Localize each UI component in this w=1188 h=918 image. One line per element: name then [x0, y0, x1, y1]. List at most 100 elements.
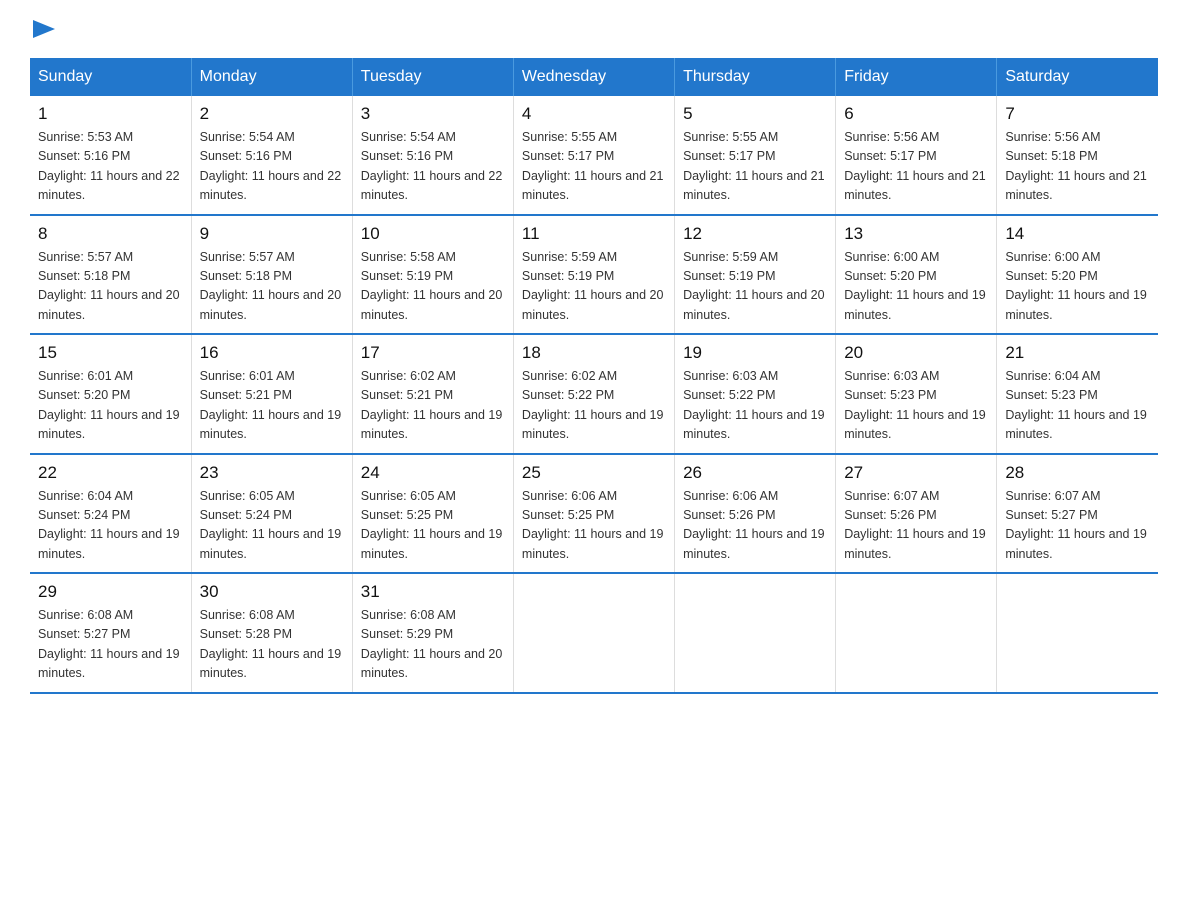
day-cell: 23 Sunrise: 6:05 AM Sunset: 5:24 PM Dayl…: [191, 454, 352, 574]
day-number: 20: [844, 343, 988, 363]
day-number: 31: [361, 582, 505, 602]
day-number: 1: [38, 104, 183, 124]
page-header: [30, 20, 1158, 38]
day-cell: 21 Sunrise: 6:04 AM Sunset: 5:23 PM Dayl…: [997, 334, 1158, 454]
day-info: Sunrise: 6:04 AM Sunset: 5:24 PM Dayligh…: [38, 487, 183, 565]
header-row: SundayMondayTuesdayWednesdayThursdayFrid…: [30, 58, 1158, 96]
day-info: Sunrise: 6:03 AM Sunset: 5:23 PM Dayligh…: [844, 367, 988, 445]
day-number: 7: [1005, 104, 1150, 124]
day-cell: 16 Sunrise: 6:01 AM Sunset: 5:21 PM Dayl…: [191, 334, 352, 454]
day-info: Sunrise: 5:56 AM Sunset: 5:17 PM Dayligh…: [844, 128, 988, 206]
day-info: Sunrise: 5:55 AM Sunset: 5:17 PM Dayligh…: [683, 128, 827, 206]
day-number: 6: [844, 104, 988, 124]
day-number: 17: [361, 343, 505, 363]
day-info: Sunrise: 6:06 AM Sunset: 5:25 PM Dayligh…: [522, 487, 666, 565]
day-number: 2: [200, 104, 344, 124]
day-info: Sunrise: 5:54 AM Sunset: 5:16 PM Dayligh…: [200, 128, 344, 206]
day-cell: 25 Sunrise: 6:06 AM Sunset: 5:25 PM Dayl…: [513, 454, 674, 574]
day-info: Sunrise: 6:01 AM Sunset: 5:20 PM Dayligh…: [38, 367, 183, 445]
day-info: Sunrise: 6:07 AM Sunset: 5:26 PM Dayligh…: [844, 487, 988, 565]
day-info: Sunrise: 6:04 AM Sunset: 5:23 PM Dayligh…: [1005, 367, 1150, 445]
day-info: Sunrise: 6:08 AM Sunset: 5:27 PM Dayligh…: [38, 606, 183, 684]
day-cell: 9 Sunrise: 5:57 AM Sunset: 5:18 PM Dayli…: [191, 215, 352, 335]
day-cell: 26 Sunrise: 6:06 AM Sunset: 5:26 PM Dayl…: [675, 454, 836, 574]
day-number: 9: [200, 224, 344, 244]
day-cell: 18 Sunrise: 6:02 AM Sunset: 5:22 PM Dayl…: [513, 334, 674, 454]
week-row-2: 8 Sunrise: 5:57 AM Sunset: 5:18 PM Dayli…: [30, 215, 1158, 335]
day-info: Sunrise: 6:05 AM Sunset: 5:25 PM Dayligh…: [361, 487, 505, 565]
day-number: 25: [522, 463, 666, 483]
header-cell-monday: Monday: [191, 58, 352, 96]
day-cell: [997, 573, 1158, 693]
day-info: Sunrise: 6:02 AM Sunset: 5:22 PM Dayligh…: [522, 367, 666, 445]
day-cell: [675, 573, 836, 693]
day-info: Sunrise: 6:06 AM Sunset: 5:26 PM Dayligh…: [683, 487, 827, 565]
day-cell: 20 Sunrise: 6:03 AM Sunset: 5:23 PM Dayl…: [836, 334, 997, 454]
day-cell: 2 Sunrise: 5:54 AM Sunset: 5:16 PM Dayli…: [191, 96, 352, 215]
calendar-header: SundayMondayTuesdayWednesdayThursdayFrid…: [30, 58, 1158, 96]
day-cell: 28 Sunrise: 6:07 AM Sunset: 5:27 PM Dayl…: [997, 454, 1158, 574]
day-cell: 31 Sunrise: 6:08 AM Sunset: 5:29 PM Dayl…: [352, 573, 513, 693]
day-info: Sunrise: 6:03 AM Sunset: 5:22 PM Dayligh…: [683, 367, 827, 445]
day-number: 24: [361, 463, 505, 483]
day-cell: [513, 573, 674, 693]
day-number: 5: [683, 104, 827, 124]
day-cell: 12 Sunrise: 5:59 AM Sunset: 5:19 PM Dayl…: [675, 215, 836, 335]
day-number: 16: [200, 343, 344, 363]
week-row-4: 22 Sunrise: 6:04 AM Sunset: 5:24 PM Dayl…: [30, 454, 1158, 574]
day-info: Sunrise: 5:58 AM Sunset: 5:19 PM Dayligh…: [361, 248, 505, 326]
day-number: 27: [844, 463, 988, 483]
day-cell: 27 Sunrise: 6:07 AM Sunset: 5:26 PM Dayl…: [836, 454, 997, 574]
day-cell: 8 Sunrise: 5:57 AM Sunset: 5:18 PM Dayli…: [30, 215, 191, 335]
day-number: 13: [844, 224, 988, 244]
day-number: 8: [38, 224, 183, 244]
day-cell: 11 Sunrise: 5:59 AM Sunset: 5:19 PM Dayl…: [513, 215, 674, 335]
day-number: 22: [38, 463, 183, 483]
week-row-5: 29 Sunrise: 6:08 AM Sunset: 5:27 PM Dayl…: [30, 573, 1158, 693]
day-info: Sunrise: 6:05 AM Sunset: 5:24 PM Dayligh…: [200, 487, 344, 565]
header-cell-thursday: Thursday: [675, 58, 836, 96]
day-number: 28: [1005, 463, 1150, 483]
day-number: 11: [522, 224, 666, 244]
day-number: 3: [361, 104, 505, 124]
day-cell: [836, 573, 997, 693]
day-info: Sunrise: 6:00 AM Sunset: 5:20 PM Dayligh…: [1005, 248, 1150, 326]
day-cell: 15 Sunrise: 6:01 AM Sunset: 5:20 PM Dayl…: [30, 334, 191, 454]
day-cell: 22 Sunrise: 6:04 AM Sunset: 5:24 PM Dayl…: [30, 454, 191, 574]
day-info: Sunrise: 6:08 AM Sunset: 5:29 PM Dayligh…: [361, 606, 505, 684]
day-info: Sunrise: 5:53 AM Sunset: 5:16 PM Dayligh…: [38, 128, 183, 206]
day-number: 26: [683, 463, 827, 483]
day-info: Sunrise: 5:57 AM Sunset: 5:18 PM Dayligh…: [38, 248, 183, 326]
header-cell-friday: Friday: [836, 58, 997, 96]
day-cell: 5 Sunrise: 5:55 AM Sunset: 5:17 PM Dayli…: [675, 96, 836, 215]
day-info: Sunrise: 5:59 AM Sunset: 5:19 PM Dayligh…: [522, 248, 666, 326]
calendar-table: SundayMondayTuesdayWednesdayThursdayFrid…: [30, 58, 1158, 694]
day-cell: 29 Sunrise: 6:08 AM Sunset: 5:27 PM Dayl…: [30, 573, 191, 693]
day-number: 18: [522, 343, 666, 363]
day-info: Sunrise: 6:02 AM Sunset: 5:21 PM Dayligh…: [361, 367, 505, 445]
day-number: 15: [38, 343, 183, 363]
day-number: 10: [361, 224, 505, 244]
day-info: Sunrise: 5:55 AM Sunset: 5:17 PM Dayligh…: [522, 128, 666, 206]
day-cell: 10 Sunrise: 5:58 AM Sunset: 5:19 PM Dayl…: [352, 215, 513, 335]
header-cell-sunday: Sunday: [30, 58, 191, 96]
day-number: 19: [683, 343, 827, 363]
day-info: Sunrise: 5:56 AM Sunset: 5:18 PM Dayligh…: [1005, 128, 1150, 206]
day-info: Sunrise: 6:07 AM Sunset: 5:27 PM Dayligh…: [1005, 487, 1150, 565]
day-number: 4: [522, 104, 666, 124]
day-info: Sunrise: 6:00 AM Sunset: 5:20 PM Dayligh…: [844, 248, 988, 326]
day-info: Sunrise: 5:59 AM Sunset: 5:19 PM Dayligh…: [683, 248, 827, 326]
day-info: Sunrise: 6:08 AM Sunset: 5:28 PM Dayligh…: [200, 606, 344, 684]
logo: [30, 20, 55, 38]
day-number: 12: [683, 224, 827, 244]
day-info: Sunrise: 5:54 AM Sunset: 5:16 PM Dayligh…: [361, 128, 505, 206]
day-info: Sunrise: 6:01 AM Sunset: 5:21 PM Dayligh…: [200, 367, 344, 445]
day-cell: 30 Sunrise: 6:08 AM Sunset: 5:28 PM Dayl…: [191, 573, 352, 693]
day-number: 21: [1005, 343, 1150, 363]
week-row-1: 1 Sunrise: 5:53 AM Sunset: 5:16 PM Dayli…: [30, 96, 1158, 215]
header-cell-saturday: Saturday: [997, 58, 1158, 96]
calendar-body: 1 Sunrise: 5:53 AM Sunset: 5:16 PM Dayli…: [30, 96, 1158, 693]
day-cell: 19 Sunrise: 6:03 AM Sunset: 5:22 PM Dayl…: [675, 334, 836, 454]
day-cell: 7 Sunrise: 5:56 AM Sunset: 5:18 PM Dayli…: [997, 96, 1158, 215]
header-cell-tuesday: Tuesday: [352, 58, 513, 96]
